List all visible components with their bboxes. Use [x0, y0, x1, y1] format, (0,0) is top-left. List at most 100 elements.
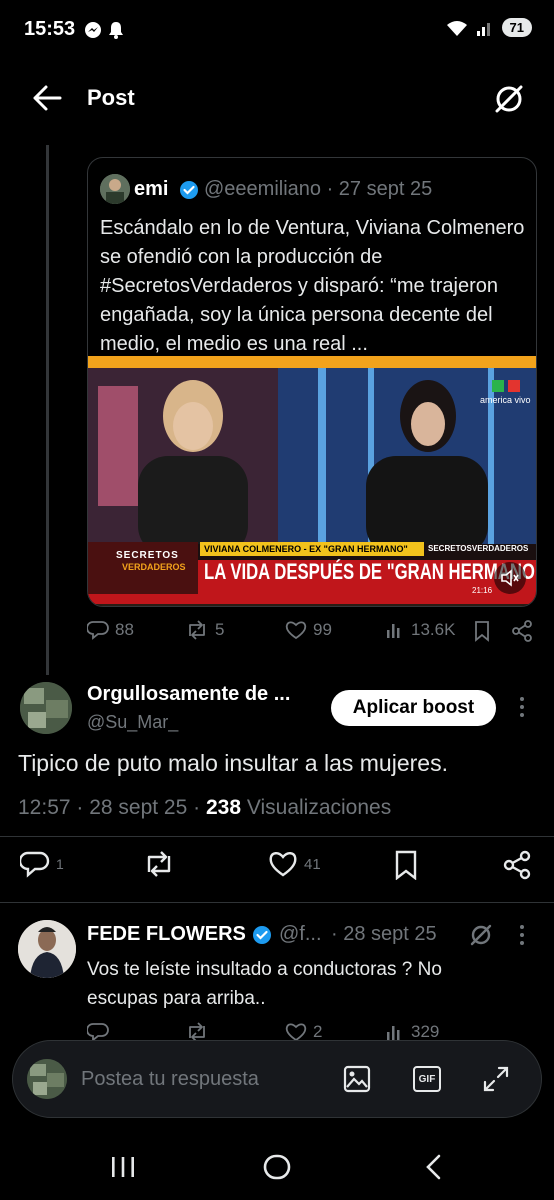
mute-button[interactable]: [494, 562, 526, 594]
signal-icon: [476, 19, 494, 37]
reply-icon: [87, 620, 109, 640]
lower-third-brand: SECRETOSVERDADEROS: [428, 544, 529, 553]
second-reply-action-bar: 2 329: [87, 1022, 537, 1042]
divider: [0, 836, 554, 837]
quoted-action-bar: 88 5 99 13.6K: [87, 620, 537, 648]
reply-author-avatar[interactable]: [20, 682, 72, 734]
repost-icon: [185, 620, 209, 640]
grok-button[interactable]: [468, 922, 494, 948]
more-vertical-icon: [518, 924, 526, 946]
second-reply-text: Vos te leíste insultado a conductoras ? …: [87, 959, 442, 1009]
verified-badge-icon: [252, 925, 272, 945]
like-button[interactable]: 99: [285, 620, 332, 640]
more-options-button[interactable]: [518, 924, 526, 946]
bar-chart-icon: [385, 1022, 405, 1042]
reply-button[interactable]: 88: [87, 620, 134, 640]
repost-button[interactable]: [185, 1022, 209, 1042]
divider: [0, 902, 554, 903]
reply-button[interactable]: 1: [20, 850, 64, 878]
back-button[interactable]: [32, 84, 62, 112]
quoted-video[interactable]: america vivo SECRETOS VERDADEROS VIVIANA…: [88, 356, 536, 606]
reply-meta: 12:57 · 28 sept 25 · 238 Visualizaciones: [18, 796, 391, 820]
reply-icon: [87, 1022, 109, 1042]
share-button[interactable]: [502, 850, 532, 880]
reply-icon: [20, 850, 50, 878]
repost-button[interactable]: 5: [185, 620, 224, 640]
arrow-left-icon: [32, 84, 62, 112]
quoted-author-name-text: emi: [134, 178, 169, 200]
verified-badge-icon: [179, 180, 199, 200]
volume-muted-icon: [500, 569, 520, 587]
reply-button[interactable]: [87, 1022, 109, 1042]
repost-button[interactable]: [142, 850, 176, 878]
reply-author-handle[interactable]: @Su_Mar_: [87, 712, 178, 733]
expand-button[interactable]: [482, 1065, 510, 1093]
video-clock: 21:16: [472, 586, 493, 595]
grok-icon: [468, 922, 494, 948]
share-icon: [511, 620, 533, 642]
android-nav-bar: [0, 1130, 554, 1200]
battery-indicator: 71: [501, 18, 532, 37]
quoted-author-name[interactable]: emi: [134, 178, 168, 201]
reply-text: Tipico de puto malo insultar a las mujer…: [18, 750, 448, 776]
like-button[interactable]: 2: [285, 1022, 322, 1042]
chevron-left-icon: [424, 1154, 442, 1180]
grok-button[interactable]: [492, 82, 526, 116]
expand-icon: [482, 1065, 510, 1093]
reply-action-bar: 1 41: [18, 848, 538, 882]
more-options-button[interactable]: [518, 696, 526, 718]
apply-boost-button[interactable]: Aplicar boost: [331, 690, 496, 726]
status-bar: 15:53 71: [0, 0, 554, 60]
image-icon: [343, 1065, 371, 1093]
quoted-handle-date: @eeemiliano · 27 sept 25: [204, 178, 433, 200]
bell-icon: [108, 21, 124, 39]
heart-icon: [268, 850, 298, 878]
channel-logo: america vivo: [480, 395, 531, 405]
wifi-icon: [446, 19, 468, 37]
like-count: 99: [313, 620, 332, 639]
bookmark-button[interactable]: [473, 620, 491, 642]
repost-icon: [185, 1022, 209, 1042]
reply-input[interactable]: [81, 1057, 311, 1101]
page-title: Post: [87, 85, 135, 110]
reply-views-label: Visualizaciones: [241, 796, 392, 819]
lower-third-name: VIVIANA COLMENERO - EX "GRAN HERMANO": [200, 542, 424, 556]
nav-back-button[interactable]: [424, 1154, 442, 1180]
second-reply-date: · 28 sept 25: [331, 923, 437, 945]
home-button[interactable]: [263, 1154, 291, 1180]
second-reply-handle[interactable]: @f...: [279, 923, 322, 946]
reply-timestamp: 12:57 · 28 sept 25 ·: [18, 796, 206, 819]
thread-line: [46, 145, 49, 675]
reply-count: 1: [56, 856, 64, 872]
views-count: 329: [411, 1022, 440, 1041]
second-reply-avatar[interactable]: [18, 920, 76, 978]
messenger-icon: [84, 21, 102, 39]
repost-count: 5: [215, 620, 225, 639]
second-reply-author-name[interactable]: FEDE FLOWERS: [87, 923, 246, 946]
bar-chart-icon: [385, 620, 405, 640]
show-logo-top: SECRETOS: [116, 550, 179, 561]
reply-author-name[interactable]: Orgullosamente de ...: [87, 683, 290, 706]
views-count: 13.6K: [411, 620, 456, 639]
views-button[interactable]: 329: [385, 1022, 439, 1042]
gif-label: GIF: [418, 1073, 436, 1085]
bookmark-icon: [473, 620, 491, 642]
heart-icon: [285, 620, 307, 640]
gif-button[interactable]: GIF: [413, 1066, 441, 1092]
quoted-author-avatar[interactable]: [100, 174, 130, 204]
like-count: 2: [313, 1022, 323, 1041]
views-button[interactable]: 13.6K: [385, 620, 455, 640]
image-button[interactable]: [343, 1065, 371, 1093]
share-button[interactable]: [511, 620, 533, 642]
more-vertical-icon: [518, 696, 526, 718]
bookmark-icon: [394, 850, 418, 880]
quoted-post[interactable]: emi @eeemiliano · 27 sept 25 Escándalo e…: [87, 157, 537, 607]
reply-composer: GIF: [12, 1040, 542, 1118]
recent-apps-button[interactable]: [110, 1156, 136, 1178]
bookmark-button[interactable]: [394, 850, 418, 880]
like-button[interactable]: 41: [268, 850, 321, 878]
show-logo-bottom: VERDADEROS: [122, 562, 186, 572]
like-count: 41: [304, 855, 321, 873]
repost-icon: [142, 850, 176, 878]
share-icon: [502, 850, 532, 880]
